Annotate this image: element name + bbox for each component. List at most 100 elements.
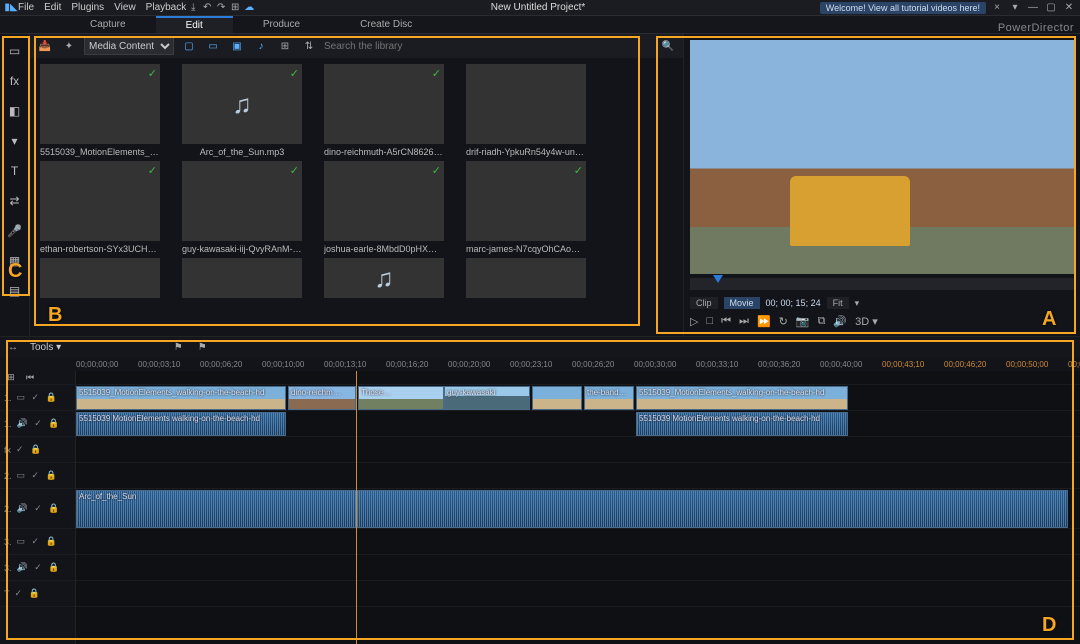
pip-room[interactable]: ◧ (4, 100, 26, 122)
close-icon[interactable]: ✕ (1062, 1, 1076, 15)
timeline-track[interactable] (76, 437, 1080, 463)
aspect-icon[interactable]: ⊞ (228, 1, 242, 15)
timeline-track[interactable] (76, 463, 1080, 489)
timeline-clip[interactable]: 5515039 MotionElements walking-on-the-be… (636, 412, 848, 436)
audio-mixing[interactable]: 🎤 (4, 220, 26, 242)
timeline-ruler[interactable]: 00;00;00;0000;00;03;1000;00;06;2000;00;1… (0, 357, 1080, 371)
fx-room[interactable]: fx (4, 70, 26, 92)
filter-image-icon[interactable]: ▣ (228, 37, 246, 55)
filter-audio-icon[interactable]: ♪ (252, 37, 270, 55)
playhead[interactable] (356, 371, 357, 644)
timeline-content[interactable]: 5515039_MotionElements_walking-on-the-be… (76, 371, 1080, 644)
plugin-icon[interactable]: ✦ (60, 37, 78, 55)
timeline-clip[interactable]: 5515039 MotionElements walking-on-the-be… (76, 412, 286, 436)
track-icons[interactable]: ✓ 🔒 (15, 588, 42, 599)
undo-icon[interactable]: ↶ (200, 1, 214, 15)
mode-movie[interactable]: Movie (724, 297, 760, 309)
timeline-track[interactable]: 5515039_MotionElements_walking-on-the-be… (76, 385, 1080, 411)
minimize-icon[interactable]: — (1026, 1, 1040, 15)
library-dropdown[interactable]: Media Content (84, 37, 174, 55)
marker-a-icon[interactable]: ⚑ (171, 340, 185, 354)
timeline-clip[interactable]: dino-reichm… (288, 386, 356, 410)
scrubber-knob-icon[interactable] (713, 275, 723, 283)
particle-room[interactable]: ▾ (4, 130, 26, 152)
media-thumb[interactable] (182, 258, 302, 298)
tab-edit[interactable]: Edit (156, 16, 233, 33)
tutorial-banner[interactable]: Welcome! View all tutorial videos here! (820, 2, 986, 14)
track-icons[interactable]: ✓ 🔒 (16, 444, 43, 455)
cloud-icon[interactable]: ☁ (242, 1, 256, 15)
sort-icon[interactable]: ⇅ (300, 37, 318, 55)
track-header[interactable]: 1.🔊 ✓ 🔒 (0, 411, 75, 437)
media-thumb[interactable]: ✓dino-reichmuth-A5rCN8626Ck-uns… (324, 64, 444, 157)
menu-file[interactable]: File (18, 2, 34, 13)
track-manager-icon[interactable]: ⊞ (4, 371, 18, 385)
transition-room[interactable]: ⇄ (4, 190, 26, 212)
goto-start-icon[interactable]: ⏮ (23, 371, 37, 385)
subtitle-room[interactable]: ▤ (4, 280, 26, 302)
timeline-clip[interactable]: 5515039_MotionElements_walking-on-the-be… (76, 386, 286, 410)
timeline-track[interactable] (76, 555, 1080, 581)
media-thumb[interactable]: ✓joshua-earle-8MbdD0pHXGY-unspl… (324, 161, 444, 254)
menu-plugins[interactable]: Plugins (71, 2, 104, 13)
menu-playback[interactable]: Playback (146, 2, 187, 13)
search-icon[interactable]: 🔍 (659, 37, 677, 55)
tab-create-disc[interactable]: Create Disc (330, 17, 442, 32)
zoom-fit[interactable]: Fit (827, 297, 849, 309)
menu-view[interactable]: View (114, 2, 136, 13)
loop-icon[interactable]: ↻ (779, 315, 788, 328)
snapshot-icon[interactable]: 📷 (796, 315, 810, 328)
timeline-clip[interactable]: Those… (358, 386, 444, 410)
zoom-caret-icon[interactable]: ▾ (855, 298, 860, 309)
media-room[interactable]: ▭ (4, 40, 26, 62)
media-thumb[interactable]: ✓5515039_MotionElements_walking-… (40, 64, 160, 157)
track-icons[interactable]: 🔊 ✓ 🔒 (17, 418, 62, 429)
search-input[interactable] (324, 41, 655, 52)
timeline-clip[interactable]: 5515039_MotionElements_walking-on-the-be… (636, 386, 848, 410)
stop-icon[interactable]: □ (706, 315, 713, 327)
timeline-track[interactable] (76, 529, 1080, 555)
tutorial-close-icon[interactable]: × (990, 1, 1004, 15)
media-thumb[interactable]: ✓marc-james-N7cqyOhCAoE-unsplas… (466, 161, 586, 254)
track-icons[interactable]: ▭ ✓ 🔒 (17, 470, 59, 481)
prev-frame-icon[interactable]: ⏮ (721, 315, 731, 328)
marker-b-icon[interactable]: ⚑ (195, 340, 209, 354)
track-icons[interactable]: 🔊 ✓ 🔒 (17, 503, 62, 514)
threeD-toggle[interactable]: 3D ▾ (855, 315, 878, 328)
media-thumb[interactable] (40, 258, 160, 298)
tab-produce[interactable]: Produce (233, 17, 330, 32)
preview-scrubber[interactable] (690, 278, 1074, 290)
timeline-clip[interactable]: the-band… (584, 386, 634, 410)
maximize-icon[interactable]: ▢ (1044, 1, 1058, 15)
timeline-clip[interactable]: Arc_of_the_Sun (76, 490, 1068, 528)
preview-canvas[interactable] (690, 40, 1074, 274)
track-header[interactable]: 1.▭ ✓ 🔒 (0, 385, 75, 411)
redo-icon[interactable]: ↷ (214, 1, 228, 15)
filter-video-icon[interactable]: ▭ (204, 37, 222, 55)
media-thumb[interactable]: ✓guy-kawasaki-iij-QvyRAnM-unsplas… (182, 161, 302, 254)
timeline-clip[interactable] (532, 386, 582, 410)
track-icons[interactable]: ▭ ✓ 🔒 (17, 536, 59, 547)
tab-capture[interactable]: Capture (60, 17, 156, 32)
title-room[interactable]: T (4, 160, 26, 182)
track-header[interactable]: 3.🔊 ✓ 🔒 (0, 555, 75, 581)
detach-icon[interactable]: ⧉ (818, 315, 826, 328)
next-frame-icon[interactable]: ⏭ (739, 315, 749, 328)
track-icons[interactable]: ▭ ✓ 🔒 (17, 392, 59, 403)
mode-clip[interactable]: Clip (690, 297, 718, 309)
import-media-icon[interactable]: 📥 (36, 37, 54, 55)
media-thumb[interactable]: ✓ethan-robertson-SYx3UCHZJlo-uns… (40, 161, 160, 254)
media-thumb[interactable] (466, 258, 586, 298)
menu-edit[interactable]: Edit (44, 2, 61, 13)
chapter-room[interactable]: ▦ (4, 250, 26, 272)
ffwd-icon[interactable]: ⏩ (757, 315, 771, 328)
filter-all-icon[interactable]: ▢ (180, 37, 198, 55)
media-thumb[interactable] (324, 258, 444, 298)
fit-timeline-icon[interactable]: ↔ (6, 340, 20, 354)
volume-icon[interactable]: 🔊 (833, 315, 847, 328)
options-icon[interactable]: ▾ (1008, 1, 1022, 15)
track-header[interactable]: 3.▭ ✓ 🔒 (0, 529, 75, 555)
timeline-track[interactable]: 5515039 MotionElements walking-on-the-be… (76, 411, 1080, 437)
grid-view-icon[interactable]: ⊞ (276, 37, 294, 55)
import-icon[interactable]: ⤓ (186, 1, 200, 15)
